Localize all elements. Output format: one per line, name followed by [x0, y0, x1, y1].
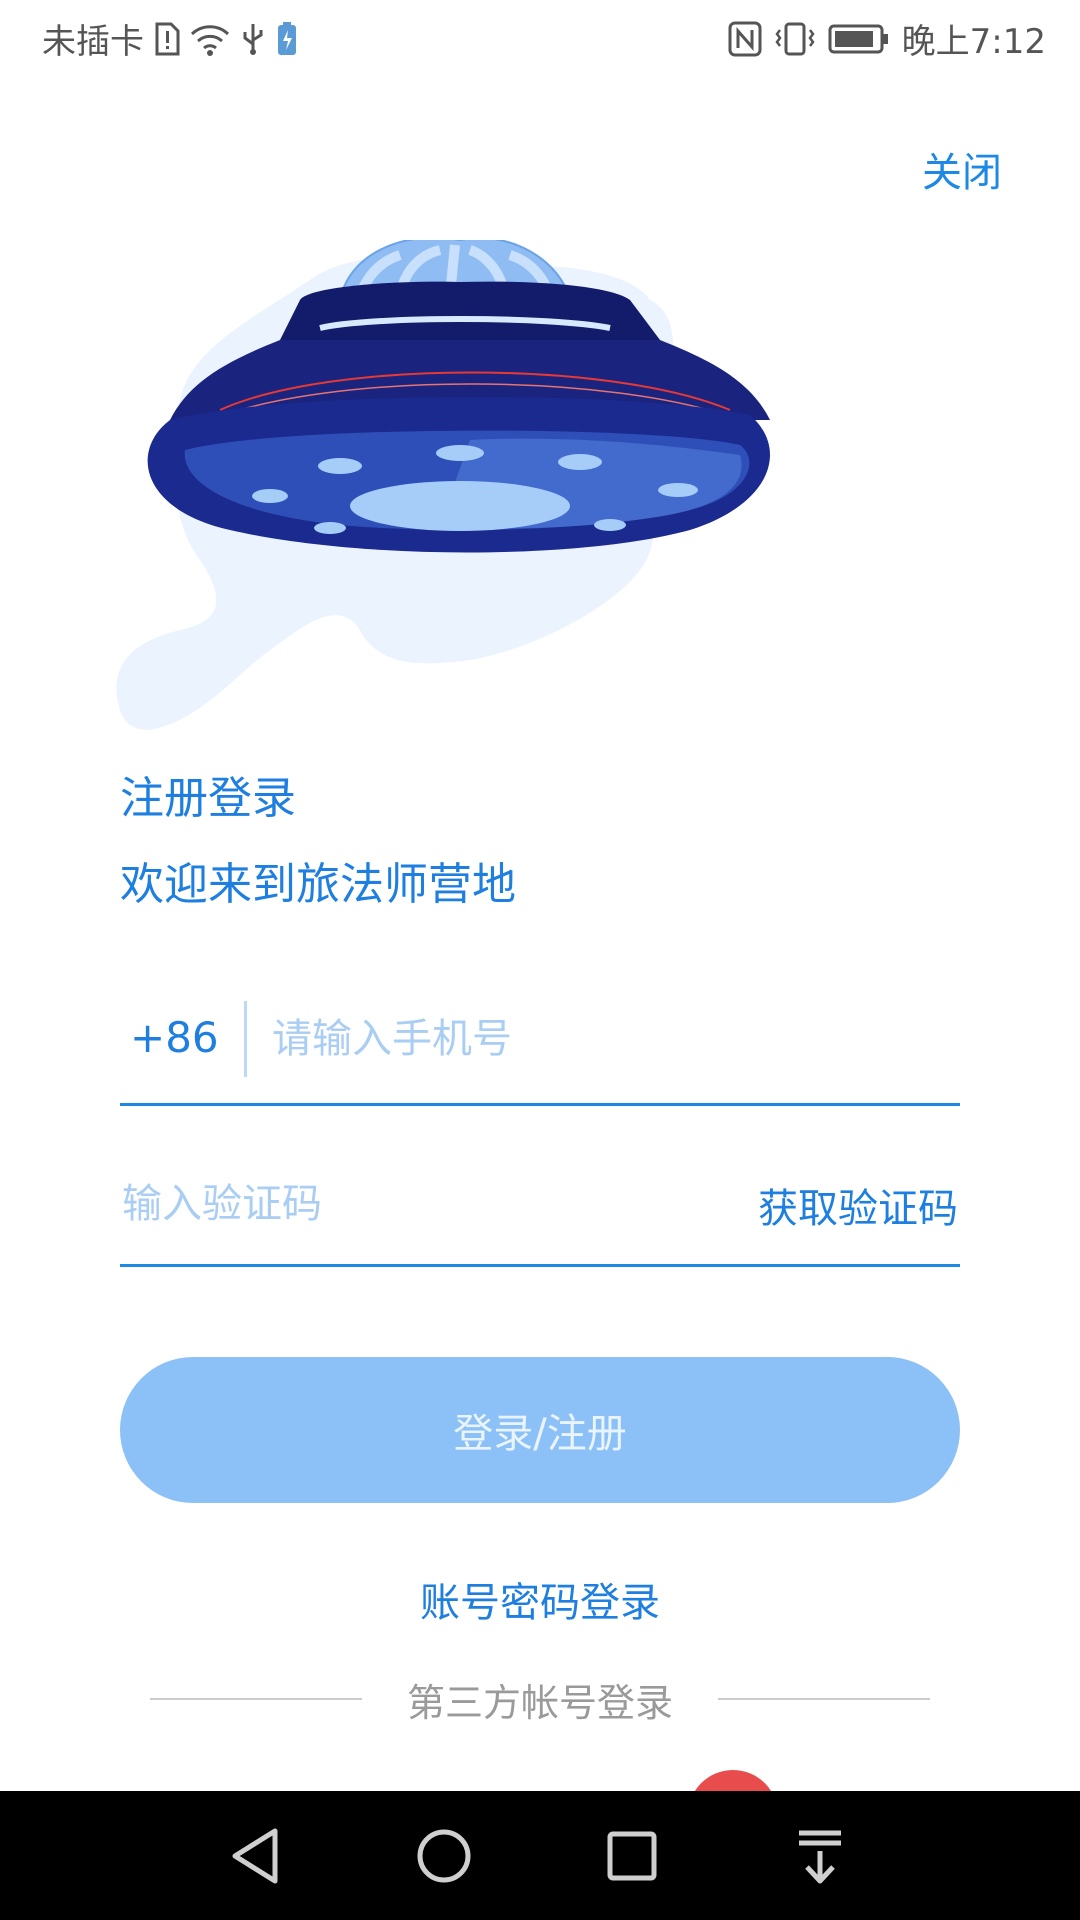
wifi-icon — [190, 22, 230, 56]
login-screen: 未插卡 晚上7:12 关闭 注册登录 欢迎来到旅法师营地 +86 请输入手机号 … — [0, 0, 1080, 1920]
notification-pull-icon[interactable] — [785, 1821, 855, 1891]
sim-alert-icon — [154, 22, 180, 56]
phone-input[interactable] — [270, 1003, 954, 1075]
home-icon[interactable] — [409, 1821, 479, 1891]
get-code-button[interactable]: 获取验证码 — [758, 1176, 958, 1234]
phone-divider — [244, 1001, 247, 1077]
third-party-divider: 第三方帐号登录 — [150, 1672, 930, 1728]
usb-icon — [240, 22, 266, 56]
recents-icon[interactable] — [597, 1821, 667, 1891]
verification-field: 获取验证码 — [120, 1160, 960, 1267]
charging-icon — [276, 21, 298, 57]
navigation-bar — [0, 1791, 1080, 1920]
country-code[interactable]: +86 — [130, 1013, 219, 1062]
password-login-link[interactable]: 账号密码登录 — [0, 1570, 1080, 1628]
vibrate-icon — [774, 21, 816, 57]
back-icon[interactable] — [221, 1821, 291, 1891]
status-bar: 未插卡 晚上7:12 — [0, 0, 1080, 76]
nfc-icon — [728, 21, 762, 57]
status-right: 晚上7:12 — [728, 14, 1046, 63]
login-register-button[interactable]: 登录/注册 — [120, 1357, 960, 1503]
verification-code-input[interactable] — [120, 1168, 684, 1240]
phone-field: +86 — [120, 995, 960, 1106]
clock: 晚上7:12 — [901, 22, 1046, 62]
carrier-label: 未插卡 — [42, 22, 144, 62]
divider-line-right — [718, 1698, 930, 1700]
status-left: 未插卡 — [42, 14, 298, 63]
battery-icon — [828, 23, 890, 55]
ufo-illustration — [116, 240, 770, 730]
page-title: 注册登录 — [120, 773, 296, 824]
welcome-subtitle: 欢迎来到旅法师营地 — [120, 859, 516, 910]
close-button[interactable]: 关闭 — [922, 140, 1002, 198]
